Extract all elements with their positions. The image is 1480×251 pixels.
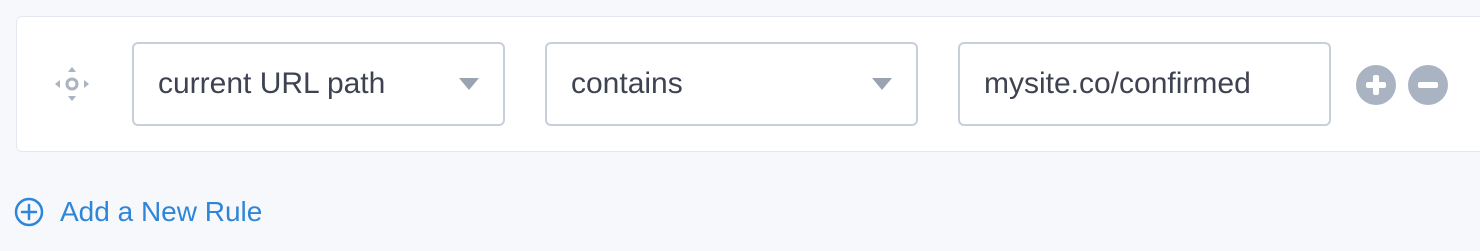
minus-icon [1418, 82, 1438, 88]
condition-select-value: current URL path [158, 67, 386, 100]
operator-select-value: contains [571, 67, 683, 100]
remove-condition-button[interactable] [1408, 65, 1448, 105]
condition-select[interactable]: current URL path [132, 42, 505, 126]
operator-select[interactable]: contains [545, 42, 918, 126]
chevron-down-icon [459, 78, 479, 90]
add-condition-button[interactable] [1356, 65, 1396, 105]
add-new-rule-link[interactable]: Add a New Rule [14, 194, 262, 230]
chevron-down-icon [872, 78, 892, 90]
rule-value-text: mysite.co/confirmed [984, 67, 1251, 100]
plus-circle-icon [14, 197, 44, 227]
rule-value-input[interactable]: mysite.co/confirmed [958, 42, 1331, 126]
plus-icon-vertical [1373, 75, 1379, 95]
drag-handle-icon[interactable] [52, 64, 92, 104]
add-new-rule-label: Add a New Rule [60, 196, 263, 227]
